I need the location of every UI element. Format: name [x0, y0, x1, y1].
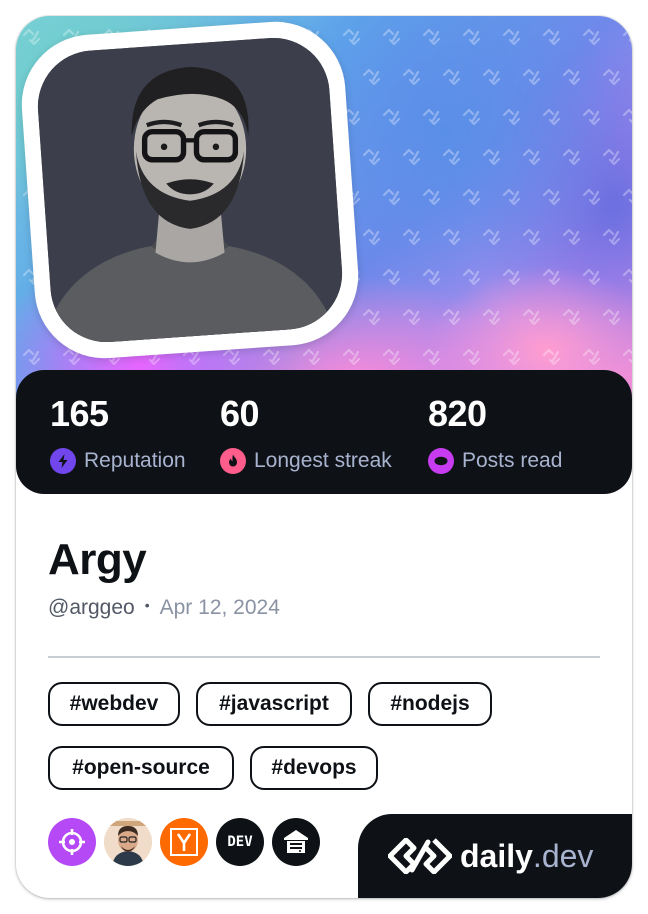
profile-photo-icon	[34, 34, 346, 346]
brand-name-secondary: .dev	[532, 838, 594, 874]
tag-chip[interactable]: #javascript	[196, 682, 352, 726]
server-icon[interactable]	[272, 818, 320, 866]
stat-value: 60	[220, 393, 260, 434]
divider	[48, 656, 600, 658]
brand-wordmark: daily.dev	[460, 836, 593, 876]
stat-posts-read: 820 Posts read	[428, 392, 562, 474]
stat-value: 820	[428, 393, 487, 434]
eye-icon	[428, 448, 454, 474]
avatar-memoji-icon[interactable]	[104, 818, 152, 866]
separator-dot: •	[144, 597, 150, 613]
stat-label: Longest streak	[254, 449, 392, 472]
flame-icon	[220, 448, 246, 474]
brand-name-primary: daily	[460, 838, 533, 874]
ycombinator-icon[interactable]	[160, 818, 208, 866]
stat-longest-streak: 60 Longest streak	[220, 392, 392, 474]
stats-bar: 165 Reputation 60 Longest streak 820 Pos…	[16, 370, 632, 494]
dev-logo-icon[interactable]: DEV	[216, 818, 264, 866]
stat-label: Reputation	[84, 449, 186, 472]
avatar	[34, 34, 346, 346]
lightning-icon	[50, 448, 76, 474]
tag-chip[interactable]: #nodejs	[368, 682, 492, 726]
profile-name: Argy	[48, 535, 147, 584]
dev-logo-text: DEV	[227, 834, 253, 850]
profile-handle: @arggeo	[48, 596, 135, 619]
stat-reputation: 165 Reputation	[50, 392, 186, 474]
tag-chip[interactable]: #devops	[250, 746, 378, 790]
cover-background	[16, 16, 632, 396]
profile-meta: @arggeo • Apr 12, 2024	[48, 596, 280, 620]
daily-dev-brand: daily.dev	[358, 814, 632, 898]
devcard: 165 Reputation 60 Longest streak 820 Pos…	[16, 16, 632, 898]
daily-dev-logo-icon	[388, 838, 452, 874]
stat-label: Posts read	[462, 449, 563, 472]
tag-chip[interactable]: #webdev	[48, 682, 180, 726]
tag-chip[interactable]: #open-source	[48, 746, 234, 790]
profile-date: Apr 12, 2024	[159, 596, 280, 619]
crosshair-icon[interactable]	[48, 818, 96, 866]
avatar-frame	[17, 17, 363, 363]
stat-value: 165	[50, 393, 109, 434]
